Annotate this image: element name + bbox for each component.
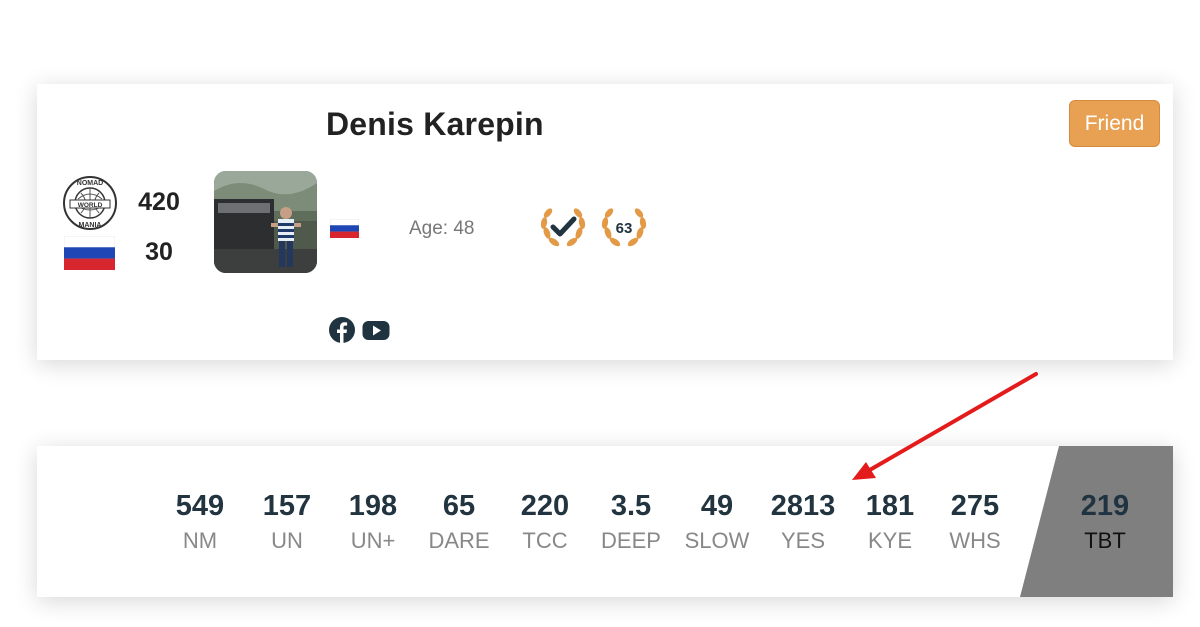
stat-whs[interactable]: 275 WHS (940, 488, 1010, 554)
nomadmania-logo-icon: NOMAD WORLD MANIA (63, 176, 117, 230)
country-score: 30 (145, 238, 173, 266)
stats-card: 549 NM 157 UN 198 UN+ 65 DARE 220 TCC 3.5 DEEP… (37, 446, 1173, 597)
facebook-icon[interactable] (328, 316, 356, 344)
stat-deep[interactable]: 3.5 DEEP (596, 488, 666, 554)
profile-photo[interactable] (214, 171, 317, 273)
profile-card: Denis Karepin Friend NOMAD WORLD MANIA 4… (37, 84, 1173, 360)
stat-tcc[interactable]: 220 TCC (510, 488, 580, 554)
stat-un[interactable]: 157 UN (252, 488, 322, 554)
svg-text:NOMAD: NOMAD (77, 180, 103, 187)
laurel-63-icon: 63 (601, 208, 647, 247)
stat-slow[interactable]: 49 SLOW (682, 488, 752, 554)
stat-tbt[interactable]: 219 TBT (1070, 488, 1140, 554)
svg-text:MANIA: MANIA (79, 222, 102, 229)
nomadmania-score: 420 (138, 188, 180, 216)
friend-button[interactable]: Friend (1069, 100, 1160, 147)
check-laurel-icon (540, 208, 586, 247)
stat-yes[interactable]: 2813 YES (768, 488, 838, 554)
laurel-badge-number: 63 (616, 220, 633, 237)
stat-dare[interactable]: 65 DARE (424, 488, 494, 554)
stat-kye[interactable]: 181 KYE (855, 488, 925, 554)
stat-un-plus[interactable]: 198 UN+ (338, 488, 408, 554)
stat-nm[interactable]: 549 NM (165, 488, 235, 554)
youtube-icon[interactable] (362, 316, 390, 344)
country-flag-icon (330, 219, 359, 238)
russia-flag-icon (64, 236, 115, 270)
age-text: Age: 48 (409, 218, 475, 239)
svg-text:WORLD: WORLD (78, 202, 103, 209)
profile-name: Denis Karepin (326, 106, 544, 142)
